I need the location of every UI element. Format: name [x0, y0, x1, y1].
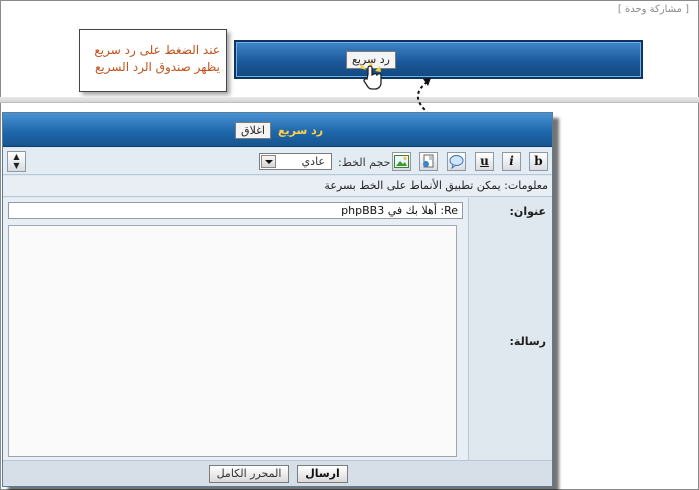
single-post-link[interactable]: [ مشاركة وحدة ]	[618, 4, 689, 15]
quick-reply-title: رد سريع	[278, 124, 324, 137]
formatting-toolbar: ▲ ▼ عادي حجم الخط: u i b	[3, 148, 552, 175]
chevron-down-icon[interactable]	[261, 155, 276, 168]
font-size-label: حجم الخط:	[338, 156, 391, 169]
message-textarea[interactable]	[8, 225, 457, 457]
image-icon[interactable]	[392, 152, 411, 171]
topic-action-bar: رد سريع	[234, 40, 643, 79]
attachment-icon[interactable]	[419, 152, 438, 171]
quote-icon[interactable]	[447, 152, 466, 171]
full-editor-button[interactable]: المحرر الكامل	[209, 465, 289, 483]
close-button[interactable]: اغلاق	[235, 122, 271, 139]
quick-reply-header: اغلاق رد سريع	[3, 113, 552, 147]
quick-reply-panel: اغلاق رد سريع ▲ ▼ عادي حجم الخط: u i b مع…	[2, 112, 553, 487]
instruction-callout: عند الضغط على رد سريع يظهر صندوق الرد ال…	[79, 29, 227, 92]
labels-column: عنوان: رسالة:	[468, 198, 552, 460]
info-row: معلومات: يمكن تطبيق الأنماط على الخط بسر…	[3, 176, 552, 197]
font-size-select[interactable]: عادي	[259, 153, 332, 170]
bold-button[interactable]: b	[529, 152, 548, 171]
callout-line-1: عند الضغط على رد سريع	[94, 43, 220, 57]
subject-input[interactable]: Re: أهلا بك في phpBB3	[8, 202, 463, 219]
panel-footer: ارسال المحرر الكامل	[3, 460, 552, 486]
separator-bar	[0, 97, 699, 103]
send-button[interactable]: ارسال	[297, 465, 348, 483]
underline-button[interactable]: u	[475, 152, 494, 171]
callout-line-2: يظهر صندوق الرد السريع	[95, 60, 220, 74]
font-size-value: عادي	[301, 155, 325, 168]
italic-button[interactable]: i	[502, 152, 521, 171]
subject-label: عنوان:	[509, 205, 546, 218]
message-label: رسالة:	[509, 335, 546, 348]
hand-cursor-icon	[360, 62, 382, 90]
expand-collapse-icon[interactable]: ▲ ▼	[7, 151, 26, 172]
fields-column: Re: أهلا بك في phpBB3	[3, 198, 468, 460]
